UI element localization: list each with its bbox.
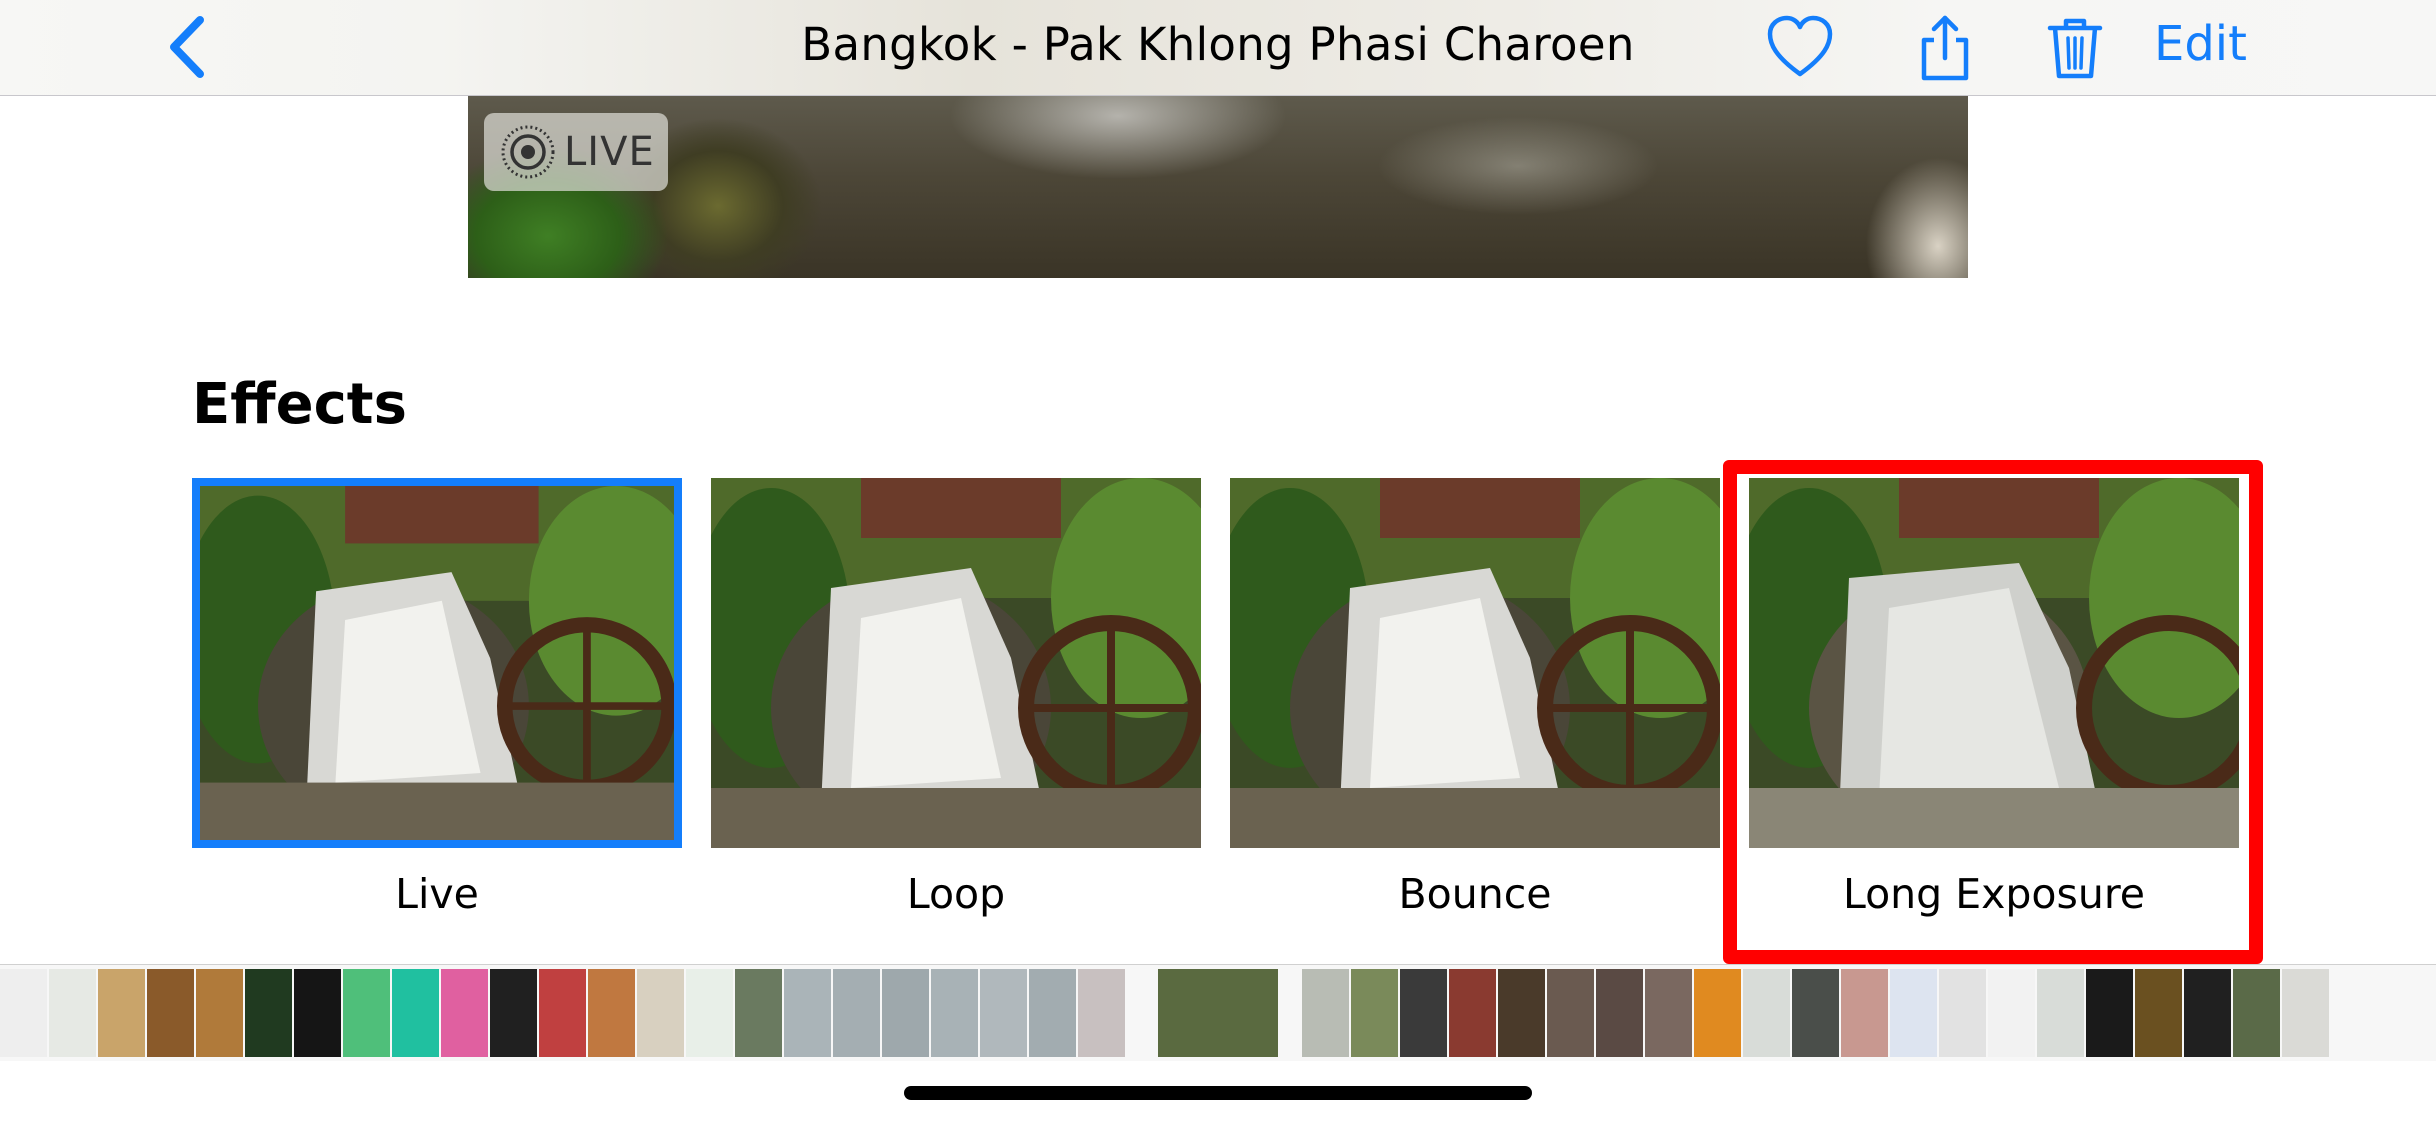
delete-button[interactable] xyxy=(2040,12,2110,79)
scrubber-group-1 xyxy=(0,969,1127,1057)
scrubber-thumbnail[interactable] xyxy=(1939,969,1986,1057)
scrubber-thumbnail[interactable] xyxy=(784,969,831,1057)
scrubber-thumbnail[interactable] xyxy=(490,969,537,1057)
favorite-button[interactable] xyxy=(1765,14,1835,80)
scrubber-thumbnail[interactable] xyxy=(588,969,635,1057)
scrubber-thumbnail[interactable] xyxy=(196,969,243,1057)
effect-bounce[interactable]: Bounce xyxy=(1230,478,1720,918)
scrubber-thumbnail[interactable] xyxy=(1449,969,1496,1057)
scrubber-thumbnail[interactable] xyxy=(2037,969,2084,1057)
scrubber-thumbnail[interactable] xyxy=(735,969,782,1057)
scrubber-thumbnail[interactable] xyxy=(686,969,733,1057)
live-badge-label: LIVE xyxy=(564,129,655,175)
scrubber-thumbnail[interactable] xyxy=(49,969,96,1057)
scrubber-thumbnail[interactable] xyxy=(539,969,586,1057)
scrubber-thumbnail[interactable] xyxy=(392,969,439,1057)
trash-icon xyxy=(2047,18,2103,79)
scrubber-thumbnail[interactable] xyxy=(1890,969,1937,1057)
scrubber-thumbnail[interactable] xyxy=(1400,969,1447,1057)
scrubber-thumbnail[interactable] xyxy=(1988,969,2035,1057)
scrubber-thumbnail[interactable] xyxy=(294,969,341,1057)
scrubber-thumbnail[interactable] xyxy=(1498,969,1545,1057)
scrubber-thumbnail[interactable] xyxy=(833,969,880,1057)
scrubber-thumbnail[interactable] xyxy=(2135,969,2182,1057)
scrubber-thumbnail[interactable] xyxy=(245,969,292,1057)
live-photo-icon xyxy=(501,125,555,179)
scrubber-thumbnail[interactable] xyxy=(1694,969,1741,1057)
scrubber-group-2 xyxy=(1302,969,2331,1057)
scrubber-current-thumbnail[interactable] xyxy=(1158,969,1278,1057)
scrubber-thumbnail[interactable] xyxy=(2233,969,2280,1057)
effect-live-label: Live xyxy=(395,870,479,918)
scrubber-thumbnail[interactable] xyxy=(0,969,47,1057)
scrubber-thumbnail[interactable] xyxy=(98,969,145,1057)
scrubber-thumbnail[interactable] xyxy=(980,969,1027,1057)
scrubber-thumbnail[interactable] xyxy=(1792,969,1839,1057)
effect-live-thumbnail xyxy=(192,478,682,848)
scrubber-thumbnail[interactable] xyxy=(441,969,488,1057)
scrubber-thumbnail[interactable] xyxy=(931,969,978,1057)
effect-loop[interactable]: Loop xyxy=(711,478,1201,918)
thumbnail-scrubber[interactable] xyxy=(0,964,2436,1061)
scrubber-thumbnail[interactable] xyxy=(1645,969,1692,1057)
scrubber-thumbnail[interactable] xyxy=(1743,969,1790,1057)
scrubber-thumbnail[interactable] xyxy=(1547,969,1594,1057)
effects-heading: Effects xyxy=(192,372,407,437)
scrubber-thumbnail[interactable] xyxy=(2184,969,2231,1057)
effect-bounce-label: Bounce xyxy=(1398,870,1552,918)
scrubber-thumbnail[interactable] xyxy=(2282,969,2329,1057)
home-indicator[interactable] xyxy=(904,1086,1532,1100)
scrubber-thumbnail[interactable] xyxy=(1351,969,1398,1057)
effect-long-exposure-thumbnail xyxy=(1749,478,2239,848)
effect-loop-label: Loop xyxy=(906,870,1006,918)
effect-long-exposure-label: Long Exposure xyxy=(1842,870,2146,918)
share-icon xyxy=(1921,15,1969,81)
scrubber-thumbnail[interactable] xyxy=(1078,969,1125,1057)
scrubber-current xyxy=(1158,969,1280,1057)
scrubber-thumbnail[interactable] xyxy=(1841,969,1888,1057)
share-button[interactable] xyxy=(1910,12,1980,81)
live-badge: LIVE xyxy=(484,113,668,191)
scrubber-thumbnail[interactable] xyxy=(637,969,684,1057)
navigation-bar: Bangkok - Pak Khlong Phasi Charoen Edit xyxy=(0,0,2436,96)
scrubber-thumbnail[interactable] xyxy=(882,969,929,1057)
scrubber-thumbnail[interactable] xyxy=(1596,969,1643,1057)
edit-button[interactable]: Edit xyxy=(2154,16,2247,72)
scrubber-thumbnail[interactable] xyxy=(1029,969,1076,1057)
scrubber-thumbnail[interactable] xyxy=(2086,969,2133,1057)
scrubber-thumbnail[interactable] xyxy=(147,969,194,1057)
main-photo[interactable]: LIVE xyxy=(468,96,1968,278)
photo-detail-screen: Bangkok - Pak Khlong Phasi Charoen Edit … xyxy=(0,0,2436,1125)
effect-bounce-thumbnail xyxy=(1230,478,1720,848)
effect-long-exposure[interactable]: Long Exposure xyxy=(1749,478,2239,918)
effect-live[interactable]: Live xyxy=(192,478,682,918)
scrubber-thumbnail[interactable] xyxy=(343,969,390,1057)
heart-icon xyxy=(1767,15,1833,77)
scrubber-thumbnail[interactable] xyxy=(1302,969,1349,1057)
effect-loop-thumbnail xyxy=(711,478,1201,848)
